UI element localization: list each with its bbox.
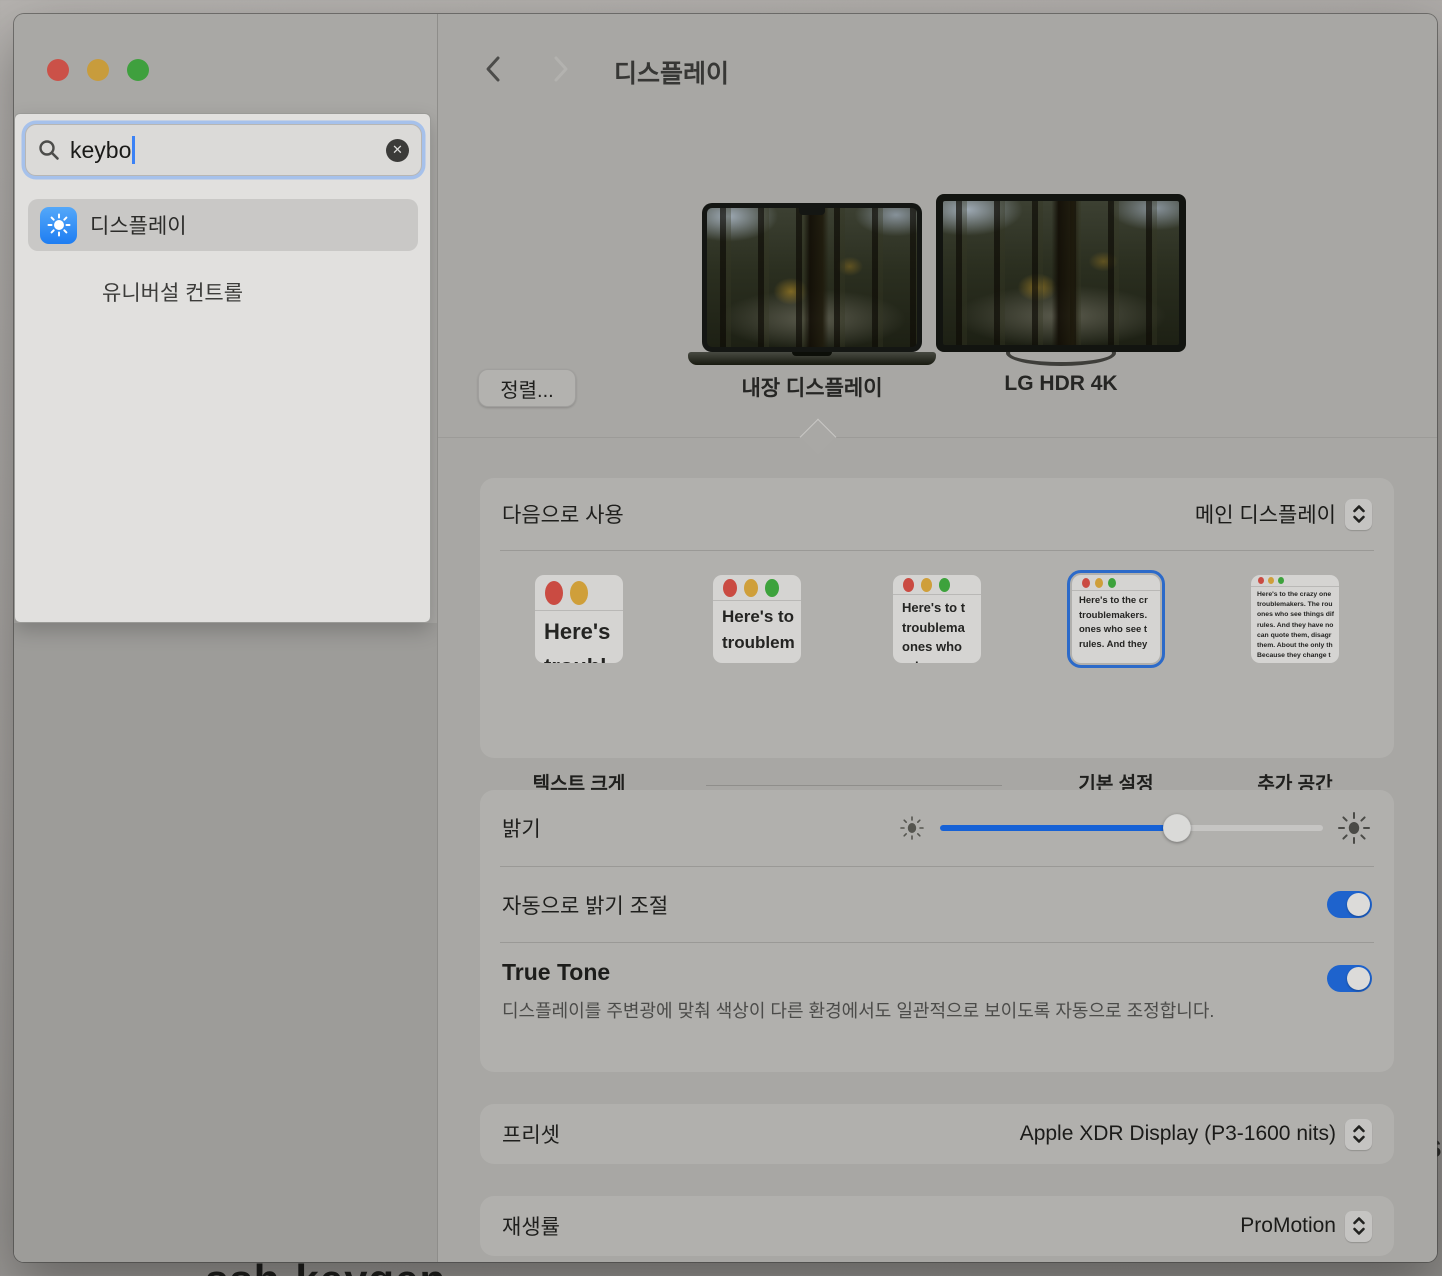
clear-search-icon[interactable]: ✕ — [386, 139, 409, 162]
external-display-label: LG HDR 4K — [941, 372, 1181, 396]
use-as-row: 다음으로 사용 메인 디스플레이 — [480, 478, 1394, 550]
built-in-display-label: 내장 디스플레이 — [692, 372, 932, 402]
search-result-universal-control[interactable]: 유니버설 컨트롤 — [28, 266, 418, 318]
section-divider — [438, 437, 1437, 438]
true-tone-row: True Tone 디스플레이를 주변광에 맞춰 색상이 다른 환경에서도 일관… — [480, 943, 1394, 1072]
refresh-rate-panel: 재생률 ProMotion — [480, 1196, 1394, 1256]
scaling-option-larger-text[interactable]: Here'stroubl — [535, 575, 623, 663]
wallpaper-forest — [707, 208, 917, 347]
scaling-option-more-space[interactable]: Here's to the crazy onetroublemakers. Th… — [1251, 575, 1339, 663]
use-as-label: 다음으로 사용 — [502, 499, 624, 529]
brightness-track[interactable] — [940, 825, 1323, 831]
close-button[interactable] — [47, 59, 69, 81]
use-as-value: 메인 디스플레이 — [1195, 499, 1336, 529]
display-brightness-icon — [40, 207, 77, 244]
forward-button[interactable] — [550, 54, 572, 84]
true-tone-toggle[interactable] — [1327, 965, 1372, 992]
chevron-up-down-icon — [1345, 499, 1372, 530]
preset-value: Apple XDR Display (P3-1600 nits) — [1020, 1122, 1336, 1146]
sidebar: keybo ✕ 디스플레이 — [14, 14, 437, 1262]
arrange-displays-button[interactable]: 정렬... — [478, 369, 576, 407]
wallpaper-forest — [943, 201, 1179, 345]
preset-panel: 프리셋 Apple XDR Display (P3-1600 nits) — [480, 1104, 1394, 1164]
toggle-knob — [1347, 967, 1370, 990]
search-results-popover: keybo ✕ 디스플레이 — [14, 113, 431, 623]
external-display-thumbnail[interactable] — [936, 194, 1186, 352]
auto-brightness-label: 자동으로 밝기 조절 — [502, 890, 668, 920]
sidebar-background — [14, 623, 437, 1262]
preset-label: 프리셋 — [502, 1119, 560, 1149]
scaling-option-2[interactable]: Here's totroublemones — [713, 575, 801, 663]
zoom-button[interactable] — [127, 59, 149, 81]
desktop: { "window": { "traffic_lights": ["close"… — [0, 0, 1442, 1276]
window-controls — [47, 59, 149, 81]
auto-brightness-toggle[interactable] — [1327, 891, 1372, 918]
brightness-fill — [940, 825, 1177, 831]
refresh-rate-value: ProMotion — [1240, 1214, 1336, 1238]
refresh-rate-popup[interactable]: ProMotion — [1240, 1211, 1372, 1242]
use-as-popup[interactable]: 메인 디스플레이 — [1195, 499, 1372, 530]
preset-row: 프리셋 Apple XDR Display (P3-1600 nits) — [480, 1104, 1394, 1164]
search-query-text: keybo — [70, 137, 131, 164]
chevron-up-down-icon — [1345, 1119, 1372, 1150]
refresh-rate-label: 재생률 — [502, 1211, 560, 1241]
chevron-up-down-icon — [1345, 1211, 1372, 1242]
laptop-notch — [799, 208, 825, 215]
brightness-high-icon — [1337, 811, 1371, 845]
preset-popup[interactable]: Apple XDR Display (P3-1600 nits) — [1020, 1119, 1372, 1150]
brightness-panel: 밝기 — [480, 790, 1394, 1072]
system-settings-window: keybo ✕ 디스플레이 — [14, 14, 1437, 1262]
toggle-knob — [1347, 893, 1370, 916]
selected-display-pointer — [800, 419, 837, 456]
search-result-display[interactable]: 디스플레이 — [28, 199, 418, 251]
brightness-row: 밝기 — [480, 790, 1394, 866]
scaling-connector-line — [706, 785, 1002, 786]
scaling-option-default[interactable]: Here's to the crtroublemakers.ones who s… — [1072, 575, 1160, 663]
back-button[interactable] — [482, 54, 504, 84]
refresh-rate-row: 재생률 ProMotion — [480, 1196, 1394, 1256]
search-input[interactable]: keybo ✕ — [25, 124, 422, 176]
brightness-label: 밝기 — [502, 813, 541, 843]
scaling-options: Here'stroubl Here's totroublemones Here'… — [480, 551, 1394, 757]
true-tone-description: 디스플레이를 주변광에 맞춰 색상이 다른 환경에서도 일관적으로 보이도록 자… — [502, 997, 1242, 1026]
brightness-low-icon — [899, 815, 925, 841]
true-tone-label: True Tone — [502, 959, 610, 986]
page-title: 디스플레이 — [614, 54, 729, 90]
laptop-base — [688, 352, 936, 365]
brightness-slider[interactable] — [912, 790, 1372, 866]
brightness-thumb[interactable] — [1163, 814, 1191, 842]
auto-brightness-row: 자동으로 밝기 조절 — [480, 867, 1394, 942]
main-content: 디스플레이 정렬... 내장 디스플레이 LG HDR 4K 다음으로 사용 메… — [438, 14, 1437, 1262]
scaling-option-3[interactable]: Here's to ttroublemaones whorules — [893, 575, 981, 663]
search-result-label: 디스플레이 — [90, 210, 187, 240]
search-result-label: 유니버설 컨트롤 — [102, 277, 243, 307]
resolution-panel: 다음으로 사용 메인 디스플레이 Here'stroubl — [480, 478, 1394, 758]
built-in-display-thumbnail[interactable] — [702, 203, 922, 352]
search-icon — [38, 139, 60, 161]
text-cursor — [132, 136, 135, 164]
minimize-button[interactable] — [87, 59, 109, 81]
navigation — [482, 54, 572, 84]
